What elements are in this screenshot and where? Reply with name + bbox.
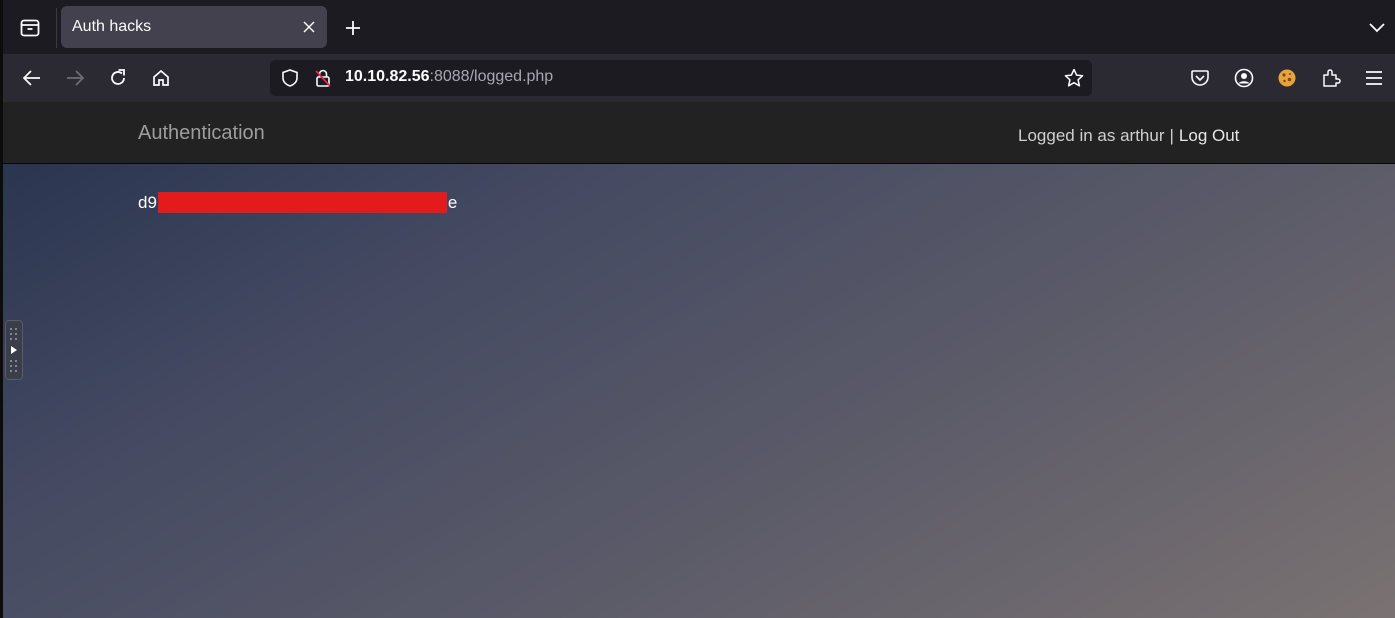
- secret-suffix: e: [447, 192, 458, 212]
- tab-strip: Auth hacks: [3, 0, 1395, 54]
- star-icon[interactable]: [1062, 66, 1086, 90]
- nav-toolbar: 10.10.82.56:8088/logged.php: [3, 54, 1395, 102]
- account-icon[interactable]: [1231, 65, 1257, 91]
- close-icon[interactable]: [299, 17, 319, 37]
- url-path: :8088/logged.php: [429, 68, 554, 85]
- logged-in-text: Logged in as arthur: [1018, 126, 1165, 145]
- tab-title: Auth hacks: [72, 18, 152, 35]
- user-nav: Logged in as arthur | Log Out: [1018, 126, 1239, 146]
- tab-list-icon[interactable]: [15, 14, 45, 42]
- site-navbar: Authentication Logged in as arthur | Log O…: [3, 102, 1395, 164]
- url-host: 10.10.82.56: [345, 68, 430, 85]
- page-content: d9 e: [3, 164, 1395, 618]
- secret-value: d9 e: [138, 192, 457, 213]
- forward-icon[interactable]: [60, 63, 90, 93]
- url-bar[interactable]: 10.10.82.56:8088/logged.php: [270, 60, 1092, 96]
- back-icon[interactable]: [17, 63, 47, 93]
- redaction-bar: [157, 192, 447, 213]
- tab-separator: [56, 8, 57, 48]
- secret-prefix: d9: [138, 192, 157, 212]
- insecure-lock-icon[interactable]: [312, 67, 334, 89]
- tab-auth-hacks[interactable]: Auth hacks: [61, 6, 327, 48]
- extension-cookie-icon[interactable]: [1274, 65, 1300, 91]
- reload-icon[interactable]: [103, 63, 133, 93]
- menu-icon[interactable]: [1361, 65, 1387, 91]
- extensions-icon[interactable]: [1318, 65, 1344, 91]
- nav-separator: |: [1169, 126, 1174, 145]
- chevron-down-icon[interactable]: [1363, 14, 1391, 42]
- url-text: 10.10.82.56:8088/logged.php: [345, 68, 553, 86]
- site-brand[interactable]: Authentication: [138, 122, 265, 145]
- sidebar-handle[interactable]: [5, 320, 23, 380]
- browser-window: Auth hacks 10.10.82.56:8088/logged.php A…: [0, 0, 1395, 618]
- pocket-icon[interactable]: [1187, 65, 1213, 91]
- plus-icon[interactable]: [339, 14, 367, 42]
- logout-link[interactable]: Log Out: [1179, 126, 1240, 145]
- home-icon[interactable]: [146, 63, 176, 93]
- shield-icon[interactable]: [279, 67, 301, 89]
